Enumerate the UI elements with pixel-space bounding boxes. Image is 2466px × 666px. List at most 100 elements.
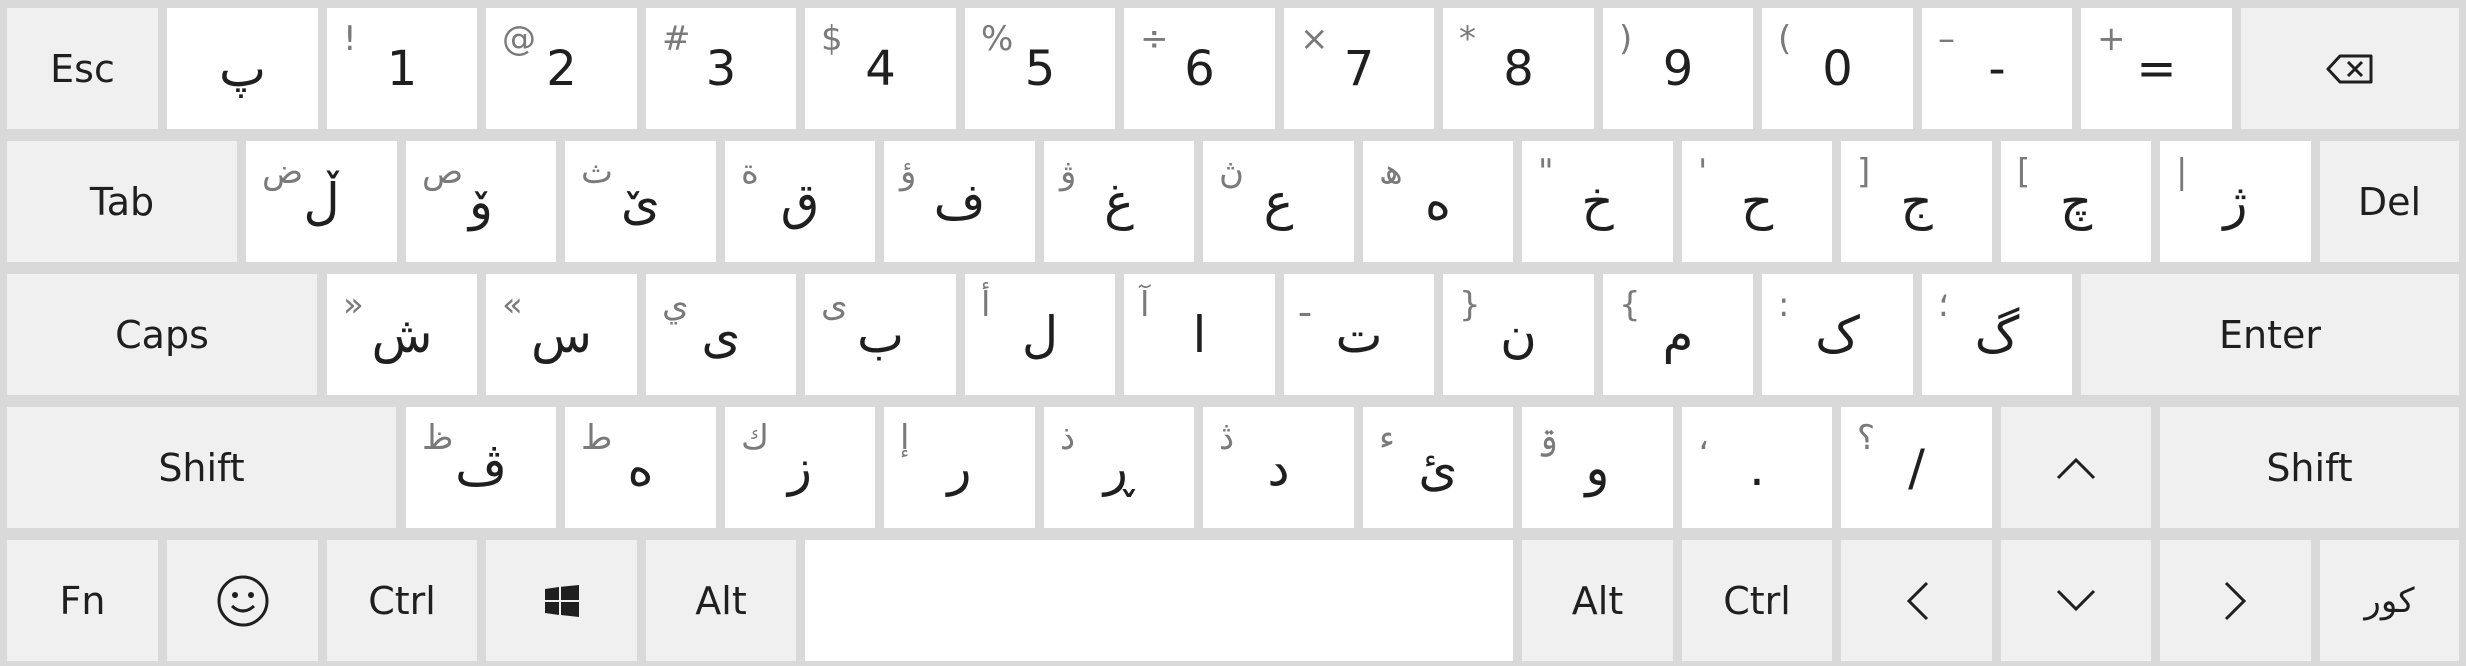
key-slash[interactable]: ؟ / <box>1841 407 1992 528</box>
key-main-char: ج <box>1900 172 1933 231</box>
key-main-char: ب <box>856 305 905 364</box>
key-main-char: 1 <box>386 40 418 97</box>
key-letter[interactable]: يی <box>646 274 796 395</box>
key-letter[interactable]: " خ <box>1522 141 1673 262</box>
key-letter[interactable]: ضڵ <box>246 141 397 262</box>
key-7[interactable]: × 7 <box>1284 8 1434 129</box>
key-letter[interactable]: كز <box>725 407 875 528</box>
key-emoji[interactable] <box>167 540 318 661</box>
key-letter[interactable]: «س <box>486 274 637 395</box>
key-letter[interactable]: ڎد <box>1203 407 1354 528</box>
arrow-right-icon <box>2160 540 2311 661</box>
key-letter[interactable]: آا <box>1124 274 1275 395</box>
key-letter[interactable]: إر <box>884 407 1035 528</box>
key-shift-right[interactable]: Shift <box>2160 407 2459 528</box>
key-enter[interactable]: Enter <box>2081 274 2459 395</box>
key-label: Shift <box>2266 445 2353 490</box>
key-main-char: ئ <box>1418 438 1458 497</box>
key-letter[interactable]: ؤف <box>884 141 1035 262</box>
key-equals[interactable]: + = <box>2081 8 2232 129</box>
key-letter[interactable]: ـت <box>1284 274 1434 395</box>
emoji-icon <box>167 540 318 661</box>
key-letter[interactable]: ھه <box>1363 141 1513 262</box>
key-label: Ctrl <box>368 578 436 623</box>
key-ctrl-left[interactable]: Ctrl <box>327 540 477 661</box>
key-main-char: ڵ <box>303 172 340 231</box>
key-del[interactable]: Del <box>2320 141 2459 262</box>
key-letter[interactable]: » ش <box>327 274 477 395</box>
key-letter[interactable]: ' ح <box>1682 141 1832 262</box>
key-letter[interactable]: ةق <box>725 141 875 262</box>
key-main-char: و <box>1585 438 1610 497</box>
key-main-char: 7 <box>1343 40 1375 97</box>
key-minus[interactable]: – - <box>1922 8 2072 129</box>
key-letter[interactable]: [چ <box>2001 141 2151 262</box>
key-letter[interactable]: } ن <box>1443 274 1594 395</box>
key-arrow-right[interactable] <box>2160 540 2311 661</box>
key-language[interactable]: کور <box>2320 540 2459 661</box>
key-main-char: ر <box>947 438 972 497</box>
windows-icon <box>486 540 637 661</box>
key-pe[interactable]: پ <box>167 8 318 129</box>
key-1[interactable]: ! 1 <box>327 8 477 129</box>
key-main-char: س <box>530 305 593 364</box>
key-period[interactable]: ،. <box>1682 407 1832 528</box>
key-main-char: ف <box>933 172 986 231</box>
key-letter[interactable]: ۊو <box>1522 407 1673 528</box>
key-3[interactable]: #3 <box>646 8 796 129</box>
key-main-char: د <box>1267 438 1290 497</box>
key-letter[interactable]: ۋغ <box>1044 141 1194 262</box>
key-main-char: / <box>1908 438 1925 497</box>
key-alt-right[interactable]: Alt <box>1522 540 1673 661</box>
key-letter[interactable]: طه <box>565 407 716 528</box>
key-shift-left[interactable]: Shift <box>7 407 396 528</box>
key-main-char: ت <box>1335 305 1383 364</box>
key-letter[interactable]: أل <box>965 274 1115 395</box>
key-letter[interactable]: ؛ گ <box>1922 274 2072 395</box>
arrow-down-icon <box>2001 540 2151 661</box>
key-letter[interactable]: :ک <box>1762 274 1913 395</box>
key-main-char: 5 <box>1024 40 1056 97</box>
key-main-char: چ <box>2059 172 2093 231</box>
key-main-char: ۆ <box>468 172 494 231</box>
key-backspace[interactable] <box>2241 8 2459 129</box>
key-0[interactable]: (0 <box>1762 8 1913 129</box>
key-2[interactable]: @2 <box>486 8 637 129</box>
key-main-char: گ <box>1974 305 2020 364</box>
key-windows[interactable] <box>486 540 637 661</box>
key-label: Caps <box>115 312 209 357</box>
key-main-char: ڕ <box>1103 438 1135 497</box>
key-space[interactable] <box>805 540 1513 661</box>
key-ctrl-right[interactable]: Ctrl <box>1682 540 1832 661</box>
key-main-char: پ <box>218 39 267 98</box>
key-caps[interactable]: Caps <box>7 274 317 395</box>
key-5[interactable]: % 5 <box>965 8 1115 129</box>
key-esc[interactable]: Esc <box>7 8 158 129</box>
key-label: Del <box>2357 179 2422 224</box>
key-arrow-up[interactable] <box>2001 407 2151 528</box>
key-4[interactable]: $4 <box>805 8 956 129</box>
key-letter[interactable]: ظڤ <box>406 407 556 528</box>
key-letter[interactable]: ذڕ <box>1044 407 1194 528</box>
key-letter[interactable]: {م <box>1603 274 1753 395</box>
key-6[interactable]: ÷ 6 <box>1124 8 1275 129</box>
key-letter[interactable]: ىب <box>805 274 956 395</box>
key-letter[interactable]: ءئ <box>1363 407 1513 528</box>
key-main-char: 0 <box>1822 40 1853 97</box>
key-arrow-left[interactable] <box>1841 540 1992 661</box>
key-fn[interactable]: Fn <box>7 540 158 661</box>
key-tab[interactable]: Tab <box>7 141 237 262</box>
key-letter[interactable]: ڽع <box>1203 141 1354 262</box>
key-main-char: ه <box>627 438 654 497</box>
key-letter[interactable]: صۆ <box>406 141 556 262</box>
key-arrow-down[interactable] <box>2001 540 2151 661</box>
key-letter[interactable]: ثێ <box>565 141 716 262</box>
key-9[interactable]: ) 9 <box>1603 8 1753 129</box>
key-main-char: ح <box>1740 172 1774 231</box>
key-main-char: 9 <box>1662 40 1694 97</box>
key-letter[interactable]: | ژ <box>2160 141 2311 262</box>
key-alt-left[interactable]: Alt <box>646 540 796 661</box>
key-label: Tab <box>89 179 155 224</box>
key-letter[interactable]: ] ج <box>1841 141 1992 262</box>
key-8[interactable]: * 8 <box>1443 8 1594 129</box>
